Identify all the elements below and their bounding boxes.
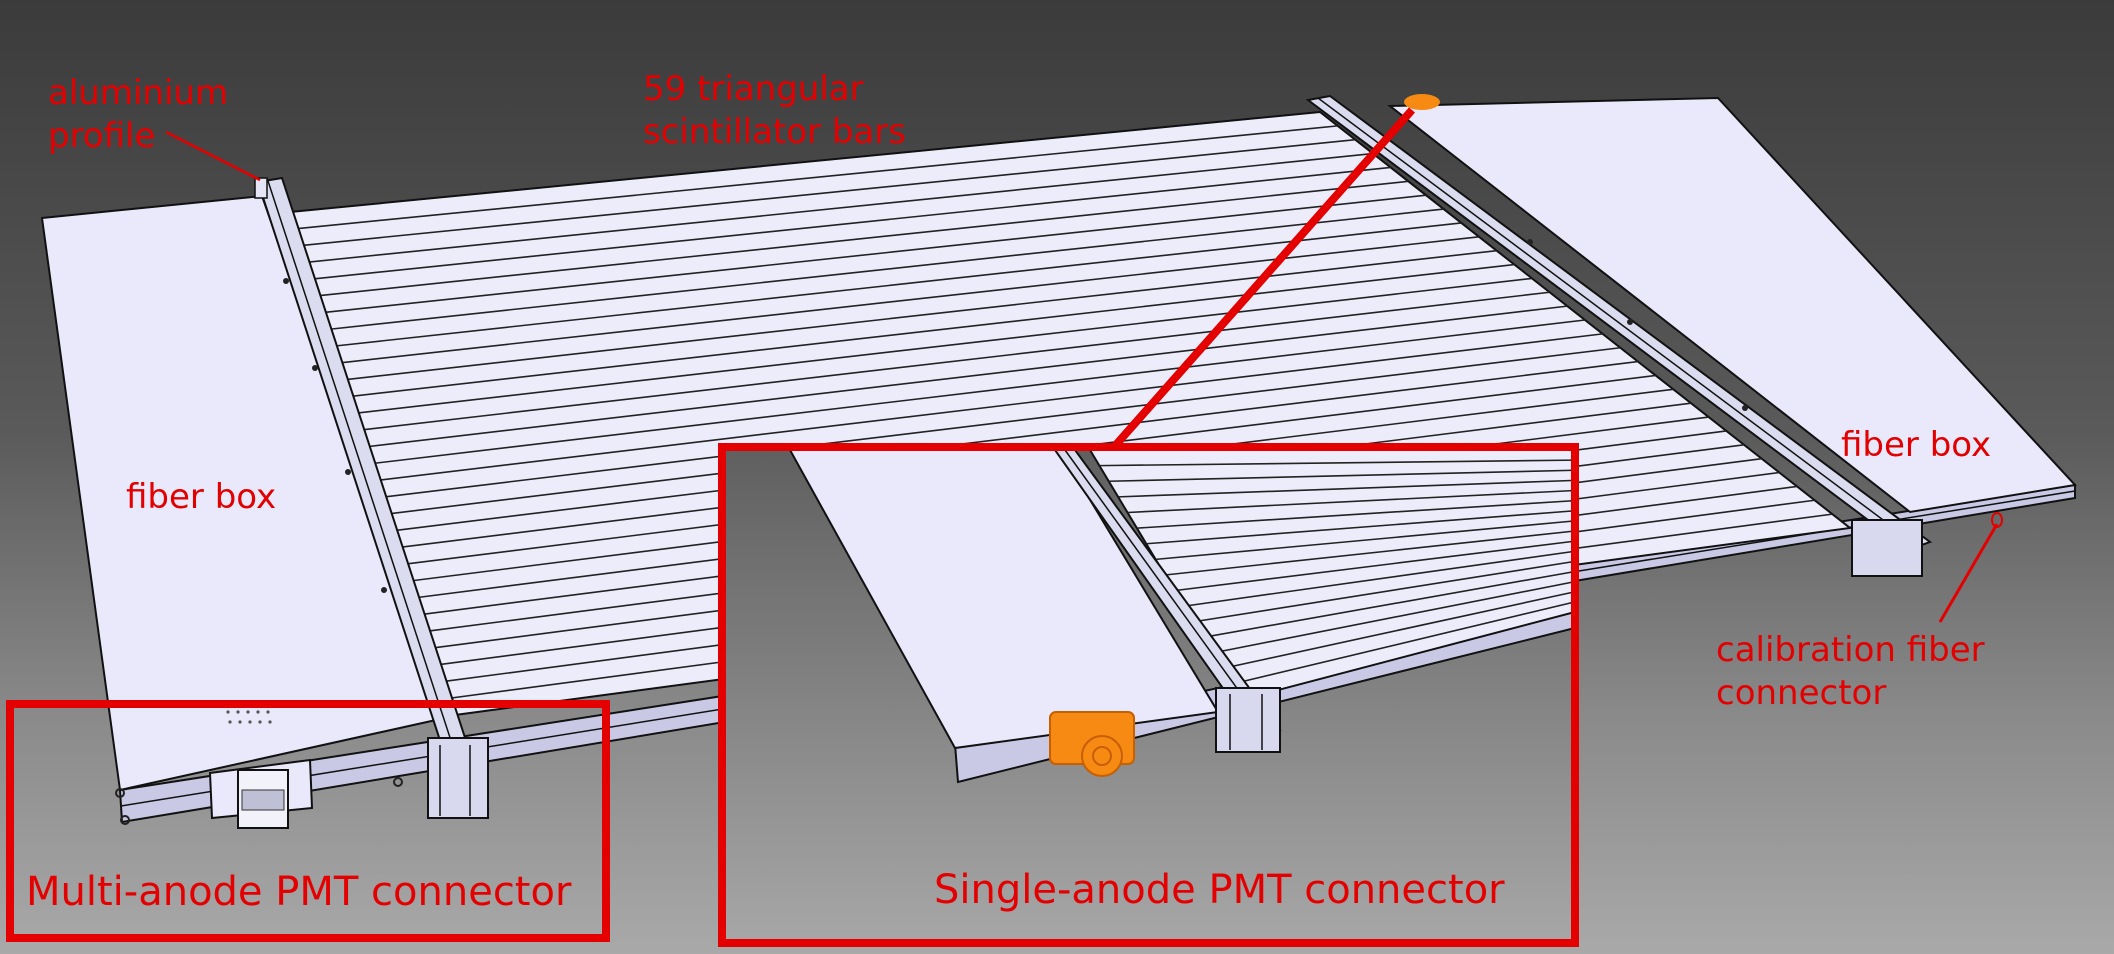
- right-fiber-box-label: fiber box: [1841, 425, 1992, 465]
- leader-calibration-connector: [1938, 523, 1999, 623]
- left-fiber-box-label: fiber box: [126, 477, 277, 517]
- calibration-fiber-label-line1: calibration fiber: [1716, 630, 1985, 670]
- calibration-fiber-label-line2: connector: [1716, 673, 1887, 713]
- module-drawing: [6, 94, 2077, 947]
- leader-aluminium-profile: [165, 130, 261, 182]
- scintillator-bars-label-line1: 59 triangular: [643, 69, 864, 109]
- multi-anode-pmt-connector: [208, 758, 314, 829]
- single-anode-pmt-label: Single-anode PMT connector: [934, 867, 1505, 913]
- single-anode-connector-far: [1404, 94, 1440, 110]
- multi-anode-pmt-label: Multi-anode PMT connector: [26, 869, 572, 915]
- aluminium-profile-label-line1: aluminium: [48, 73, 229, 113]
- scintillator-module-diagram: aluminium profile 59 triangular scintill…: [0, 0, 2114, 954]
- scintillator-bars-label-line2: scintillator bars: [643, 112, 906, 152]
- aluminium-profile-label-line2: profile: [48, 116, 156, 156]
